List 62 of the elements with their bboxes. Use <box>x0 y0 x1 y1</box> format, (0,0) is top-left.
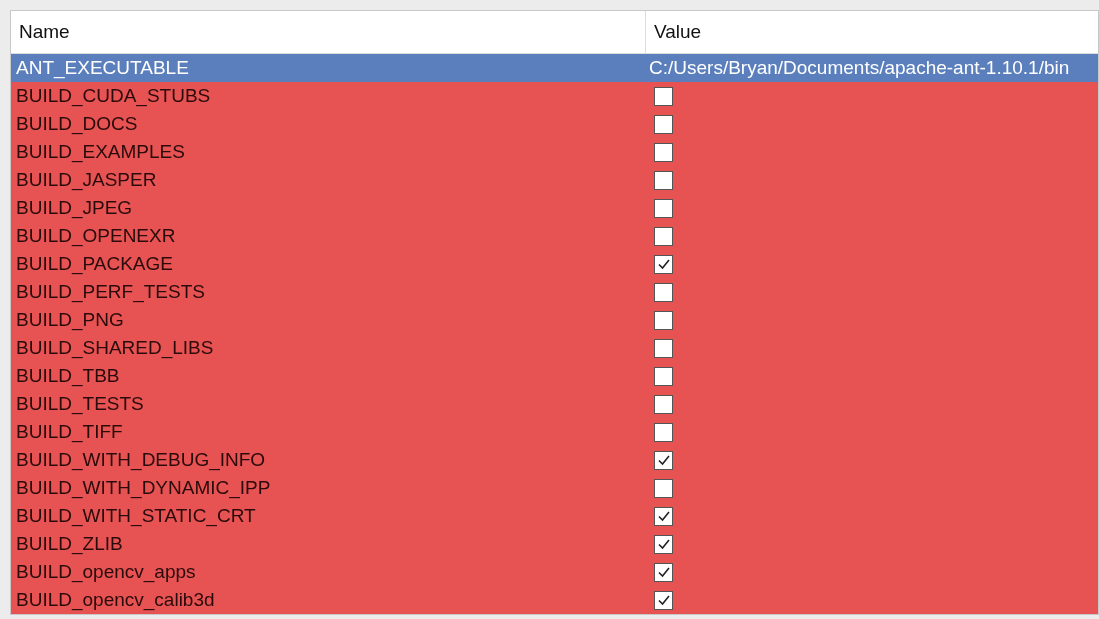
variable-name: BUILD_TBB <box>16 365 120 387</box>
checkbox[interactable] <box>654 114 673 134</box>
variable-name: BUILD_EXAMPLES <box>16 141 185 163</box>
table-row[interactable]: BUILD_WITH_STATIC_CRT <box>11 502 1098 530</box>
checkbox[interactable] <box>654 562 673 582</box>
table-row[interactable]: BUILD_TIFF <box>11 418 1098 446</box>
variable-name: ANT_EXECUTABLE <box>16 57 189 79</box>
checkbox[interactable] <box>654 450 673 470</box>
table-row[interactable]: BUILD_EXAMPLES <box>11 138 1098 166</box>
checkbox[interactable] <box>654 506 673 526</box>
variable-name: BUILD_PNG <box>16 309 124 331</box>
table-row[interactable]: BUILD_DOCS <box>11 110 1098 138</box>
checkbox[interactable] <box>654 422 673 442</box>
checkbox[interactable] <box>654 338 673 358</box>
variable-name: BUILD_opencv_calib3d <box>16 589 215 611</box>
variable-name: BUILD_JASPER <box>16 169 157 191</box>
variable-name: BUILD_WITH_DYNAMIC_IPP <box>16 477 271 499</box>
table-row[interactable]: BUILD_ZLIB <box>11 530 1098 558</box>
checkbox[interactable] <box>654 142 673 162</box>
variable-name: BUILD_WITH_STATIC_CRT <box>16 505 256 527</box>
variable-name: BUILD_opencv_apps <box>16 561 196 583</box>
checkbox[interactable] <box>654 366 673 386</box>
table-row[interactable]: BUILD_WITH_DEBUG_INFO <box>11 446 1098 474</box>
variable-name: BUILD_SHARED_LIBS <box>16 337 214 359</box>
variable-name: BUILD_ZLIB <box>16 533 123 555</box>
variable-name: BUILD_CUDA_STUBS <box>16 85 211 107</box>
checkbox[interactable] <box>654 534 673 554</box>
checkbox[interactable] <box>654 254 673 274</box>
table-row[interactable]: BUILD_SHARED_LIBS <box>11 334 1098 362</box>
checkbox[interactable] <box>654 282 673 302</box>
table-row[interactable]: BUILD_WITH_DYNAMIC_IPP <box>11 474 1098 502</box>
checkbox[interactable] <box>654 170 673 190</box>
path-value[interactable]: C:/Users/Bryan/Documents/apache-ant-1.10.1/bin <box>649 57 1070 79</box>
table-row[interactable]: BUILD_JASPER <box>11 166 1098 194</box>
checkbox[interactable] <box>654 478 673 498</box>
table-row[interactable]: BUILD_OPENEXR <box>11 222 1098 250</box>
table-row[interactable]: BUILD_PNG <box>11 306 1098 334</box>
checkbox[interactable] <box>654 590 673 610</box>
variable-name: BUILD_DOCS <box>16 113 138 135</box>
table-row[interactable]: BUILD_opencv_calib3d <box>11 586 1098 614</box>
table-row[interactable]: BUILD_TESTS <box>11 390 1098 418</box>
table-row[interactable]: BUILD_JPEG <box>11 194 1098 222</box>
variable-name: BUILD_PERF_TESTS <box>16 281 205 303</box>
checkbox[interactable] <box>654 198 673 218</box>
table-row[interactable]: BUILD_TBB <box>11 362 1098 390</box>
table-row[interactable]: BUILD_PACKAGE <box>11 250 1098 278</box>
table-row[interactable]: ANT_EXECUTABLE C:/Users/Bryan/Documents/apache-ant-1.10.1/bin <box>11 54 1098 82</box>
variable-name: BUILD_WITH_DEBUG_INFO <box>16 449 266 471</box>
column-header[interactable]: Name <box>11 11 646 53</box>
variable-name: BUILD_PACKAGE <box>16 253 173 275</box>
checkbox[interactable] <box>654 310 673 330</box>
table-row[interactable]: BUILD_opencv_apps <box>11 558 1098 586</box>
variable-name: BUILD_TIFF <box>16 421 123 443</box>
table-row[interactable]: BUILD_CUDA_STUBS <box>11 82 1098 110</box>
variable-name: BUILD_JPEG <box>16 197 133 219</box>
variable-name: BUILD_TESTS <box>16 393 144 415</box>
variable-name: BUILD_OPENEXR <box>16 225 176 247</box>
table-row[interactable]: BUILD_PERF_TESTS <box>11 278 1098 306</box>
checkbox[interactable] <box>654 226 673 246</box>
checkbox[interactable] <box>654 86 673 106</box>
column-header[interactable]: Value <box>646 11 1098 53</box>
checkbox[interactable] <box>654 394 673 414</box>
